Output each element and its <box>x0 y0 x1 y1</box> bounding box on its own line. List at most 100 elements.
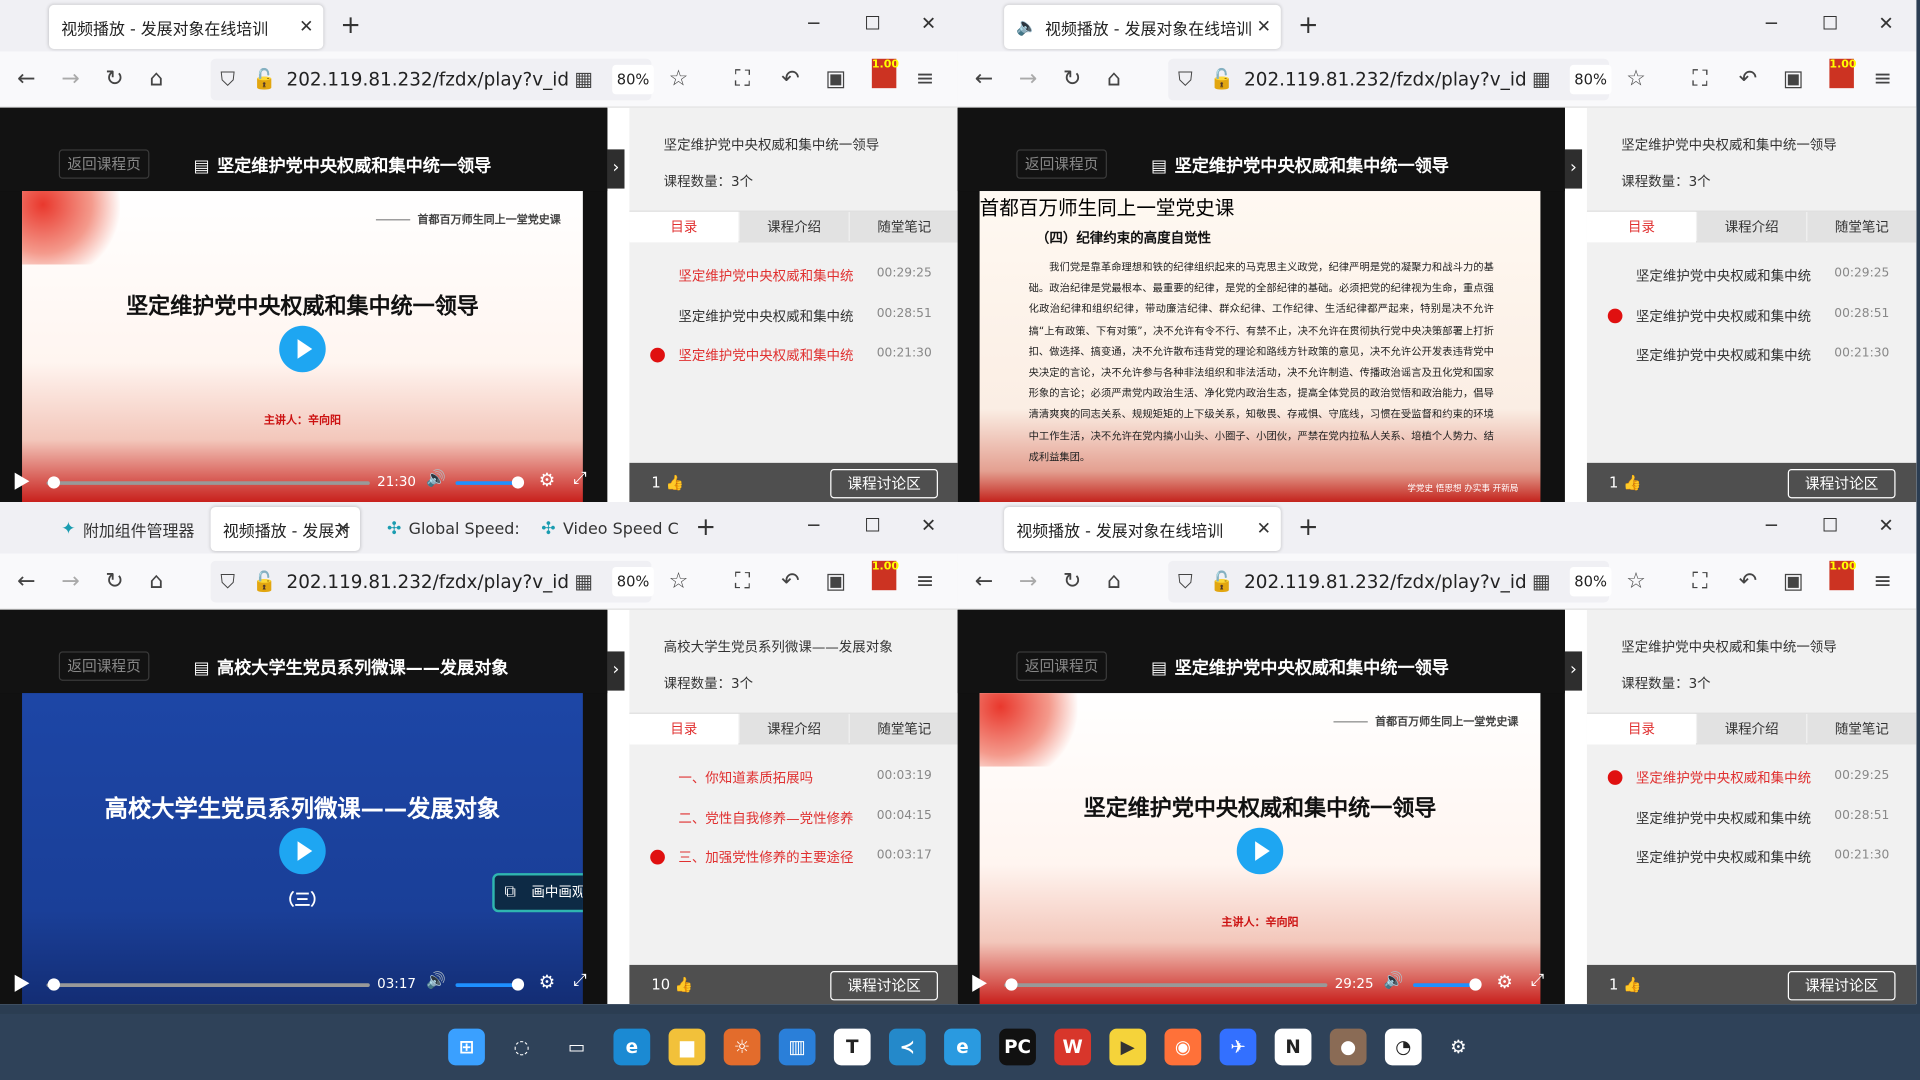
extensions-menu-icon[interactable]: ≡ <box>1873 66 1891 92</box>
reader-icon[interactable]: ▣ <box>1783 66 1804 92</box>
browser-tab[interactable]: 视频播放 - 发展对 ✕ <box>210 506 361 552</box>
vscode-icon[interactable]: ≺ <box>888 1028 926 1066</box>
windows-start-icon[interactable]: ⊞ <box>448 1028 485 1066</box>
volume-track[interactable] <box>455 481 520 485</box>
minimize-button[interactable]: ─ <box>1766 12 1777 34</box>
lesson-item[interactable]: 坚定维护党中央权威和集中统 00:21:30 <box>629 334 958 374</box>
potplayer-icon[interactable]: ▶ <box>1109 1028 1147 1066</box>
insecure-lock-icon[interactable]: 🔓 <box>1210 67 1234 90</box>
thumbs-up-icon[interactable]: 👍 <box>661 474 683 491</box>
trello-icon[interactable]: ▥ <box>778 1028 816 1066</box>
bookmark-star-icon[interactable]: ☆ <box>669 66 689 92</box>
zoom-level[interactable]: 80% <box>612 566 654 597</box>
reload-button[interactable]: ↻ <box>105 568 123 594</box>
like-button[interactable]: 10 👍 <box>651 976 693 993</box>
play-button[interactable] <box>1236 827 1284 875</box>
sidebar-tab[interactable]: 课程介绍 <box>1697 211 1807 243</box>
video-frame[interactable]: 首都百万师生同上一堂党史课 坚定维护党中央权威和集中统一领导 主讲人：辛向阳 <box>22 191 583 503</box>
forward-button[interactable]: → <box>61 66 79 92</box>
forward-button[interactable]: → <box>1019 66 1037 92</box>
screenshot-icon[interactable]: ⛶ <box>1692 66 1707 92</box>
extensions-menu-icon[interactable]: ≡ <box>916 66 934 92</box>
sidebar-tab[interactable]: 课程介绍 <box>739 211 849 243</box>
lesson-item[interactable]: 二、党性自我修养—党性修养 00:04:15 <box>629 797 958 837</box>
back-to-course-button[interactable]: 返回课程页 <box>1016 149 1107 179</box>
bookmark-star-icon[interactable]: ☆ <box>669 568 689 594</box>
sidebar-tab[interactable]: 课程介绍 <box>739 713 849 745</box>
file-explorer-icon[interactable]: ▆ <box>668 1028 706 1066</box>
volume-knob[interactable] <box>1469 978 1482 991</box>
speed-extension-icon[interactable]: 1.00 <box>1829 58 1857 89</box>
lesson-item[interactable]: 坚定维护党中央权威和集中统 00:29:25 <box>629 255 958 295</box>
play-button[interactable] <box>279 827 326 875</box>
insecure-lock-icon[interactable]: 🔓 <box>252 569 276 592</box>
address-bar[interactable]: ⛉🔓202.119.81.232/fzdx/play?v_id=12▦80% <box>210 560 654 603</box>
volume-knob[interactable] <box>511 978 525 991</box>
volume-knob[interactable] <box>511 476 525 489</box>
speed-extension-icon[interactable]: 1.00 <box>1829 560 1857 591</box>
sidebar-tab[interactable]: 目录 <box>629 211 739 243</box>
play-button[interactable] <box>279 325 326 373</box>
close-window-button[interactable]: ✕ <box>921 514 936 536</box>
discussion-button[interactable]: 课程讨论区 <box>1787 971 1896 1001</box>
clock-app-icon[interactable]: ◔ <box>1384 1028 1422 1066</box>
discussion-button[interactable]: 课程讨论区 <box>830 971 938 1001</box>
reader-icon[interactable]: ▣ <box>825 66 846 92</box>
back-to-course-button[interactable]: 返回课程页 <box>58 149 150 179</box>
bookmark-star-icon[interactable]: ☆ <box>1626 66 1646 92</box>
home-button[interactable]: ⌂ <box>1107 66 1121 92</box>
video-frame[interactable]: 高校大学生党员系列微课——发展对象（三）⧉画中画观看 <box>22 693 583 1005</box>
thumbs-up-icon[interactable]: 👍 <box>1618 976 1641 993</box>
address-bar[interactable]: ⛉🔓202.119.81.232/fzdx/play?v_id=12▦80% <box>1168 560 1612 603</box>
qr-code-icon[interactable]: ▦ <box>1532 67 1551 90</box>
back-button[interactable]: ← <box>975 66 993 92</box>
discussion-button[interactable]: 课程讨论区 <box>1787 468 1896 499</box>
volume-track[interactable] <box>1413 983 1477 987</box>
sidebar-tab[interactable]: 目录 <box>1586 713 1696 745</box>
collapse-sidebar-button[interactable]: › <box>1564 149 1583 189</box>
maximize-button[interactable]: ☐ <box>864 514 880 536</box>
browser-tab[interactable]: 视频播放 - 发展对象在线培训 ✕ <box>48 4 324 49</box>
screenshot-icon[interactable]: ⛶ <box>735 568 750 594</box>
browser-tab[interactable]: 🔈 视频播放 - 发展对象在线培训 ✕ <box>1004 4 1281 49</box>
screenshot-icon[interactable]: ⛶ <box>1692 568 1707 594</box>
reload-button[interactable]: ↻ <box>1063 568 1081 594</box>
settings-icon[interactable]: ⚙ <box>1440 1029 1477 1066</box>
new-tab-button[interactable]: + <box>340 10 361 39</box>
url-text[interactable]: 202.119.81.232/fzdx/play?v_id=12 <box>287 69 569 91</box>
maximize-button[interactable]: ☐ <box>864 12 880 34</box>
insecure-lock-icon[interactable]: 🔓 <box>1210 569 1234 592</box>
notion-icon[interactable]: N <box>1274 1028 1312 1066</box>
back-button[interactable]: ← <box>17 66 35 92</box>
search-icon[interactable]: ◌ <box>503 1029 540 1066</box>
browser-tab[interactable]: ✣ Global Speed: <box>375 507 524 551</box>
shield-icon[interactable]: ⛉ <box>220 569 235 593</box>
lesson-item[interactable]: 三、加强党性修养的主要途径 00:03:17 <box>629 836 958 876</box>
video-frame[interactable]: 首都百万师生同上一堂党史课 坚定维护党中央权威和集中统一领导 主讲人：辛向阳 <box>979 693 1541 1005</box>
tab-close-icon[interactable]: ✕ <box>1257 17 1271 37</box>
back-to-course-button[interactable]: 返回课程页 <box>58 651 150 681</box>
shield-icon[interactable]: ⛉ <box>1178 67 1193 91</box>
zoom-level[interactable]: 80% <box>1569 566 1612 597</box>
progress-knob[interactable] <box>1004 978 1018 991</box>
close-window-button[interactable]: ✕ <box>1878 514 1893 536</box>
sidebar-tab[interactable]: 目录 <box>1586 211 1696 243</box>
bookmark-star-icon[interactable]: ☆ <box>1626 568 1646 594</box>
lesson-item[interactable]: 坚定维护党中央权威和集中统 00:28:51 <box>1587 797 1916 837</box>
url-text[interactable]: 202.119.81.232/fzdx/play?v_id=12 <box>1244 69 1526 91</box>
minimize-button[interactable]: ─ <box>808 12 819 34</box>
forward-button[interactable]: → <box>1019 568 1037 594</box>
progress-knob[interactable] <box>47 978 60 991</box>
lesson-item[interactable]: 坚定维护党中央权威和集中统 00:29:25 <box>1587 255 1916 295</box>
edge-dev-icon[interactable]: e <box>944 1028 981 1066</box>
minimize-button[interactable]: ─ <box>808 514 819 536</box>
volume-icon[interactable]: 🔊 <box>426 972 446 990</box>
thumbs-up-icon[interactable]: 👍 <box>670 976 693 993</box>
wps-icon[interactable]: W <box>1054 1028 1092 1066</box>
minimize-button[interactable]: ─ <box>1766 514 1777 536</box>
sidebar-tab[interactable]: 随堂笔记 <box>849 211 959 243</box>
sidebar-tab[interactable]: 目录 <box>629 713 739 745</box>
thumbs-up-icon[interactable]: 👍 <box>1618 474 1641 491</box>
maximize-button[interactable]: ☐ <box>1822 12 1838 34</box>
reload-button[interactable]: ↻ <box>1063 66 1081 92</box>
